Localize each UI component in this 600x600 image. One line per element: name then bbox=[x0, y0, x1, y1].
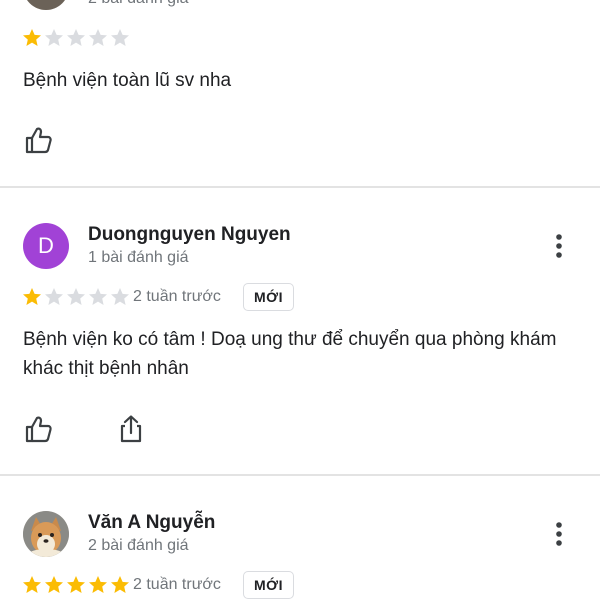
star-empty-icon bbox=[89, 288, 107, 305]
star-rating bbox=[22, 287, 130, 306]
reviewer-name[interactable]: Văn A Nguyễn bbox=[88, 512, 215, 534]
more-vertical-icon[interactable] bbox=[546, 519, 572, 549]
new-badge: MỚI bbox=[243, 571, 294, 599]
share-icon[interactable] bbox=[116, 414, 146, 444]
star-filled-icon bbox=[67, 576, 85, 593]
review-time: 2 tuần trước bbox=[133, 576, 221, 593]
star-filled-icon bbox=[45, 576, 63, 593]
star-empty-icon bbox=[45, 288, 63, 305]
review-card: D Duongnguyen Nguyen 1 bài đánh giá 2 tu… bbox=[0, 188, 600, 474]
review-text: Bệnh viện ko có tâm ! Doạ ung thư để chu… bbox=[23, 329, 557, 379]
star-filled-icon bbox=[111, 576, 129, 593]
like-icon[interactable] bbox=[24, 414, 54, 444]
star-rating bbox=[22, 575, 130, 594]
review-text: Bệnh viện toàn lũ sv nha bbox=[23, 70, 232, 91]
avatar[interactable]: D bbox=[23, 223, 69, 269]
reviewer-name[interactable]: Duongnguyen Nguyen bbox=[88, 224, 291, 246]
review-count: 2 bài đánh giá bbox=[88, 0, 189, 8]
avatar[interactable] bbox=[23, 0, 69, 10]
star-filled-icon bbox=[89, 576, 107, 593]
star-empty-icon bbox=[111, 288, 129, 305]
star-filled-icon bbox=[23, 29, 41, 46]
star-empty-icon bbox=[111, 29, 129, 46]
more-vertical-icon[interactable] bbox=[546, 231, 572, 261]
star-filled-icon bbox=[23, 576, 41, 593]
star-empty-icon bbox=[67, 288, 85, 305]
review-count: 1 bài đánh giá bbox=[88, 249, 189, 266]
review-card: 2 bài đánh giá Bệnh viện toàn lũ sv nha bbox=[0, 0, 600, 186]
new-badge: MỚI bbox=[243, 283, 294, 311]
star-empty-icon bbox=[89, 29, 107, 46]
review-card: Văn A Nguyễn 2 bài đánh giá 2 tuần trước… bbox=[0, 476, 600, 600]
star-empty-icon bbox=[45, 29, 63, 46]
star-filled-icon bbox=[23, 288, 41, 305]
review-count: 2 bài đánh giá bbox=[88, 537, 189, 554]
like-icon[interactable] bbox=[24, 125, 54, 155]
star-rating bbox=[22, 28, 130, 47]
reviews-list: 2 bài đánh giá Bệnh viện toàn lũ sv nha … bbox=[0, 0, 600, 600]
dog-photo-avatar[interactable] bbox=[23, 511, 69, 557]
review-time: 2 tuần trước bbox=[133, 288, 221, 305]
star-empty-icon bbox=[67, 29, 85, 46]
